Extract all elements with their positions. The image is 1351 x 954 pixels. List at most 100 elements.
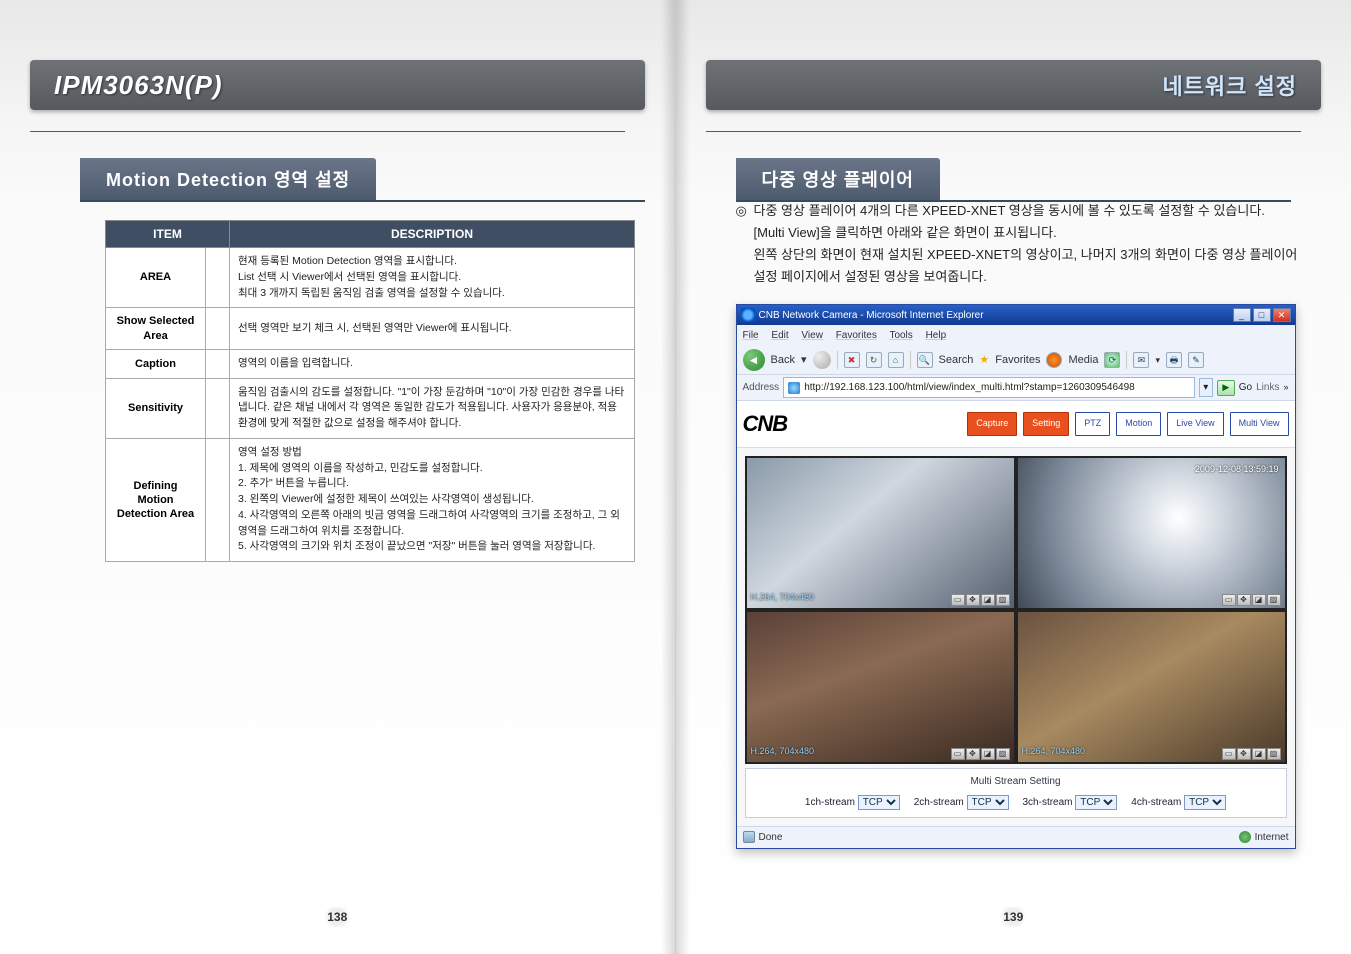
vc-move-icon[interactable]: ✥ [966,594,980,606]
vc-max-icon[interactable]: ◪ [1252,594,1266,606]
table-desc: 영역의 이름을 입력합니다. [230,349,635,378]
maximize-button[interactable]: □ [1253,308,1271,322]
stream-protocol-select[interactable]: TCP [967,795,1009,810]
refresh-icon[interactable]: ↻ [866,352,882,368]
back-label[interactable]: Back [771,351,795,370]
vc-restore-icon[interactable]: ▭ [1222,748,1236,760]
vc-move-icon[interactable]: ✥ [1237,594,1251,606]
toolbar-sep3 [1126,351,1127,369]
vc-close-icon[interactable]: ▨ [1267,594,1281,606]
media-label[interactable]: Media [1068,351,1098,370]
address-input[interactable]: http://192.168.123.100/html/view/index_m… [783,377,1195,398]
video-cell-3[interactable]: H.264, 704x480 ▭ ✥ ◪ ▨ [747,612,1014,762]
close-button[interactable]: ✕ [1273,308,1291,322]
vc-restore-icon[interactable]: ▭ [1222,594,1236,606]
links-label[interactable]: Links [1256,379,1279,396]
menu-edit[interactable]: Edit [771,330,788,341]
stream-protocol-select[interactable]: TCP [1075,795,1117,810]
vc-restore-icon[interactable]: ▭ [951,594,965,606]
mail-dropdown-icon[interactable]: ▾ [1155,353,1160,368]
table-row: AREA현재 등록된 Motion Detection 영역을 표시합니다.Li… [106,248,635,308]
ie-toolbar: ◄ Back ▾ ✖ ↻ ⌂ 🔍 Search ★ Favorites Medi… [737,346,1295,375]
video-grid: H.264, 704x480 ▭ ✥ ◪ ▨ 2009-12-08 13:59:… [745,456,1287,764]
go-button[interactable]: ▶ [1217,380,1235,396]
history-icon[interactable]: ⟳ [1104,352,1120,368]
search-icon[interactable]: 🔍 [917,352,933,368]
vc-max-icon[interactable]: ◪ [981,594,995,606]
multiview-button[interactable]: Multi View [1230,412,1289,435]
liveview-button[interactable]: Live View [1167,412,1223,435]
home-icon[interactable]: ⌂ [888,352,904,368]
video-thumb-3 [747,612,1014,762]
menu-file[interactable]: File [743,330,759,341]
table-item: Caption [106,349,206,378]
back-button-icon[interactable]: ◄ [743,349,765,371]
vc-restore-icon[interactable]: ▭ [951,748,965,760]
setting-button[interactable]: Setting [1023,412,1069,435]
multi-stream-setting: Multi Stream Setting 1ch-stream TCP2ch-s… [745,768,1287,818]
menu-favorites[interactable]: Favorites [836,330,877,341]
links-chevron-icon[interactable]: » [1283,380,1288,395]
header-bar-right: 네트워크 설정 [706,60,1322,110]
edit-icon[interactable]: ✎ [1188,352,1204,368]
search-label[interactable]: Search [939,351,974,370]
video-cell-1[interactable]: H.264, 704x480 ▭ ✥ ◪ ▨ [747,458,1014,608]
table-item: Sensitivity [106,378,206,438]
done-icon [743,831,755,843]
th-item: ITEM [106,221,230,248]
manual-spread: IPM3063N(P) Motion Detection 영역 설정 ITEM … [0,0,1351,954]
media-icon[interactable] [1046,352,1062,368]
video-cell-2[interactable]: 2009-12-08 13:59:19 ▭ ✥ ◪ ▨ [1018,458,1285,608]
menu-view[interactable]: View [801,330,823,341]
table-check-cell [206,349,230,378]
capture-button[interactable]: Capture [967,412,1017,435]
menu-tools[interactable]: Tools [889,330,912,341]
section-underline-r [706,130,1302,132]
forward-button[interactable] [813,351,831,369]
table-item: Defining Motion Detection Area [106,438,206,561]
mail-icon[interactable]: ✉ [1133,352,1149,368]
stream-protocol-select[interactable]: TCP [1184,795,1226,810]
video-controls-4: ▭ ✥ ◪ ▨ [1222,748,1281,760]
cnb-header: CNB Capture Setting PTZ Motion Live View… [737,401,1295,447]
table-desc: 선택 영역만 보기 체크 시, 선택된 영역만 Viewer에 표시됩니다. [230,308,635,350]
print-icon[interactable]: 🖶 [1166,352,1182,368]
vc-move-icon[interactable]: ✥ [1237,748,1251,760]
ie-window: CNB Network Camera - Microsoft Internet … [736,304,1296,848]
favorites-label[interactable]: Favorites [995,351,1040,370]
stream-channel: 1ch-stream TCP [805,794,900,811]
video-cell-4[interactable]: H.264, 704x480 ▭ ✥ ◪ ▨ [1018,612,1285,762]
video-controls-1: ▭ ✥ ◪ ▨ [951,594,1010,606]
page-icon [788,382,800,394]
table-item: Show Selected Area [106,308,206,350]
favorites-icon[interactable]: ★ [979,351,989,370]
minimize-button[interactable]: _ [1233,308,1251,322]
table-row: Show Selected Area 선택 영역만 보기 체크 시, 선택된 영역… [106,308,635,350]
motion-detection-table: ITEM DESCRIPTION AREA현재 등록된 Motion Detec… [105,220,635,562]
page-right: 네트워크 설정 다중 영상 플레이어 ◎ 다중 영상 플레이어 4개의 다른 X… [676,0,1351,954]
address-dropdown-icon[interactable]: ▾ [1199,378,1213,397]
vc-close-icon[interactable]: ▨ [996,748,1010,760]
stream-protocol-select[interactable]: TCP [858,795,900,810]
ie-app-icon [741,308,755,322]
video-label-1: H.264, 704x480 [747,588,819,607]
vc-max-icon[interactable]: ◪ [981,748,995,760]
vc-max-icon[interactable]: ◪ [1252,748,1266,760]
menu-help[interactable]: Help [926,330,947,341]
intro-text: 다중 영상 플레이어 4개의 다른 XPEED-XNET 영상을 동시에 볼 수… [754,200,1312,288]
product-name: IPM3063N(P) [54,70,223,101]
stop-icon[interactable]: ✖ [844,352,860,368]
back-dropdown-icon[interactable]: ▾ [801,351,807,370]
window-buttons: _ □ ✕ [1233,308,1291,322]
ptz-button[interactable]: PTZ [1075,412,1110,435]
go-label[interactable]: Go [1239,379,1252,396]
status-zone-wrap: Internet [1239,829,1289,846]
ie-address-bar: Address http://192.168.123.100/html/view… [737,375,1295,401]
vc-close-icon[interactable]: ▨ [996,594,1010,606]
section-underline [30,130,625,132]
vc-move-icon[interactable]: ✥ [966,748,980,760]
header-bar-left: IPM3063N(P) [30,60,645,110]
motion-button[interactable]: Motion [1116,412,1161,435]
vc-close-icon[interactable]: ▨ [1267,748,1281,760]
section-title-wrap: Motion Detection 영역 설정 [80,158,645,202]
